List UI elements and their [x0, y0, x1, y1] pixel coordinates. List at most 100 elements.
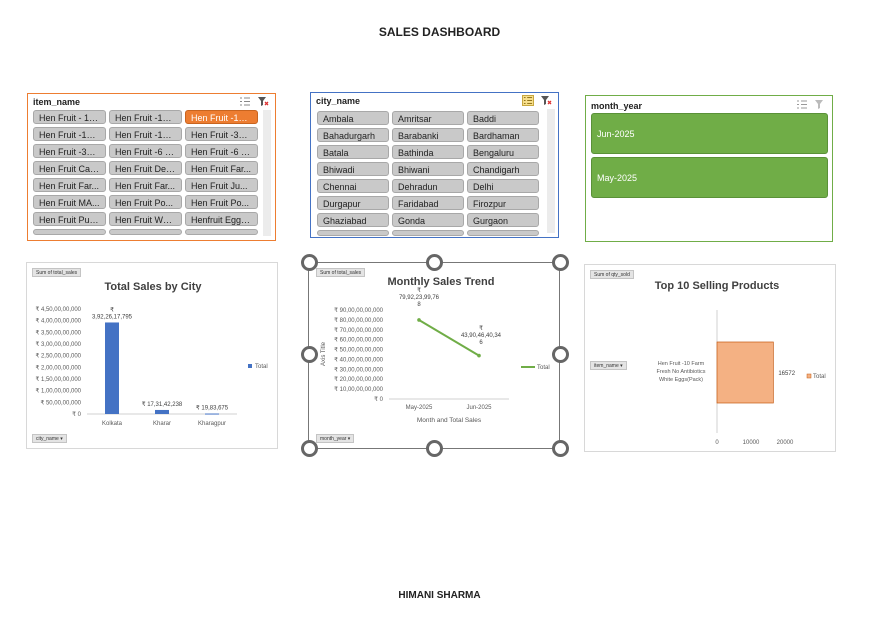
dropdown-filter-icon: ▾: [60, 436, 63, 442]
city-slicer-item[interactable]: Barabanki: [392, 128, 464, 142]
item-slicer-item-partial[interactable]: [185, 229, 258, 235]
item-slicer-item[interactable]: Hen Fruit - 10 ...: [33, 110, 106, 124]
resize-handle-bottom-left[interactable]: [301, 440, 318, 457]
city-slicer-item[interactable]: Batala: [317, 145, 389, 159]
city-slicer-item[interactable]: Firozpur: [467, 196, 539, 210]
city-slicer-item[interactable]: Bhiwadi: [317, 162, 389, 176]
data-label: ₹ 19,83,675: [196, 405, 229, 412]
city-slicer-item[interactable]: Baddi: [467, 111, 539, 125]
resize-handle-top-right[interactable]: [552, 254, 569, 271]
month-year-field-button[interactable]: month_year ▾: [316, 434, 355, 443]
clear-filter-icon[interactable]: [814, 99, 826, 110]
resize-handle-left[interactable]: [301, 346, 318, 363]
item-slicer-item[interactable]: Hen Fruit -10 ...: [109, 127, 182, 141]
item-slicer-item-partial[interactable]: [109, 229, 182, 235]
monthly-sales-trend-chart[interactable]: Sum of total_sales Monthly Sales Trend ₹ …: [308, 262, 560, 449]
item-slicer-header: item_name: [33, 97, 81, 107]
item-slicer-item[interactable]: Hen Fruit Far...: [185, 161, 258, 175]
city-slicer-item[interactable]: Bengaluru: [467, 145, 539, 159]
total-sales-by-city-chart[interactable]: Sum of total_sales Total Sales by City ₹ …: [26, 262, 278, 449]
multi-select-icon[interactable]: [239, 96, 251, 107]
item-slicer-item[interactable]: Hen Fruit -6 F...: [109, 144, 182, 158]
city-slicer-item[interactable]: Ghaziabad: [317, 213, 389, 227]
y-tick-label: ₹ 70,00,00,00,000: [334, 327, 384, 334]
item-slicer-item[interactable]: Hen Fruit Pull...: [33, 212, 106, 226]
item-slicer-item[interactable]: Hen Fruit -10 ...: [185, 110, 258, 124]
city-slicer-item[interactable]: Bardhaman: [467, 128, 539, 142]
monthly-trend-plot: Monthly Sales Trend ₹ 90,00,00,00,000 ₹ 80…: [321, 276, 550, 424]
city-name-field-button[interactable]: city_name ▾: [32, 434, 67, 443]
clear-filter-icon[interactable]: [257, 96, 269, 107]
top-10-selling-products-chart[interactable]: Sum of qty_sold Top 10 Selling Products 0…: [584, 264, 836, 452]
x-tick-label: Kharar: [153, 421, 171, 427]
city-slicer-scrollbar[interactable]: [547, 109, 555, 233]
city-slicer-item[interactable]: Amritsar: [392, 111, 464, 125]
item-slicer-item[interactable]: Hen Fruit Far...: [33, 178, 106, 192]
city-slicer-item[interactable]: Bathinda: [392, 145, 464, 159]
item-slicer-item[interactable]: Hen Fruit MA...: [33, 195, 106, 209]
x-tick-label: 0: [715, 440, 719, 446]
resize-handle-bottom-right[interactable]: [552, 440, 569, 457]
y-tick-label: ₹ 50,00,00,000: [40, 399, 81, 406]
city-name-field-label: city_name: [36, 436, 59, 442]
item-name-field-button[interactable]: item_name ▾: [590, 361, 627, 370]
top-products-plot: Top 10 Selling Products 0 10000 20000 16572 H…: [655, 280, 826, 446]
y-category-label: Hen Fruit -10 Farm Fresh No Antibiotics Wh…: [657, 361, 706, 383]
resize-handle-bottom[interactable]: [426, 440, 443, 457]
item-slicer-item-partial[interactable]: [33, 229, 106, 235]
city-slicer-item[interactable]: Gurgaon: [467, 213, 539, 227]
item-name-slicer[interactable]: item_name Hen Fruit - 10 ... Hen Fruit -1…: [27, 93, 276, 241]
item-slicer-item[interactable]: Hen Fruit Des...: [109, 161, 182, 175]
item-slicer-item[interactable]: Hen Fruit -10 ...: [33, 127, 106, 141]
city-slicer-item[interactable]: Dehradun: [392, 179, 464, 193]
item-slicer-item[interactable]: Hen Fruit Far...: [109, 178, 182, 192]
y-tick-label: ₹ 2,00,00,00,000: [35, 364, 81, 371]
city-name-slicer[interactable]: city_name Ambala Amritsar Baddi Bahadurgarh…: [310, 92, 559, 238]
item-slicer-item[interactable]: Henfruit Eggs...: [185, 212, 258, 226]
multi-select-icon[interactable]: [522, 95, 534, 106]
month-item-jun-2025[interactable]: Jun-2025: [591, 113, 828, 154]
city-slicer-item[interactable]: Durgapur: [317, 196, 389, 210]
chart-title: Total Sales by City: [105, 281, 203, 293]
item-slicer-item[interactable]: Hen Fruit -30 ...: [185, 127, 258, 141]
legend-label: Total: [813, 374, 826, 380]
city-slicer-item[interactable]: Chandigarh: [467, 162, 539, 176]
month-slicer-header: month_year: [591, 101, 643, 111]
item-slicer-item[interactable]: Hen Fruit -10 ...: [109, 110, 182, 124]
resize-handle-top[interactable]: [426, 254, 443, 271]
data-label: ₹ 17,31,42,238: [142, 401, 183, 408]
x-tick-label: Kharagpur: [198, 421, 226, 427]
clear-filter-icon[interactable]: [540, 95, 552, 106]
city-slicer-item[interactable]: Faridabad: [392, 196, 464, 210]
item-slicer-item[interactable]: Hen Fruit Po...: [109, 195, 182, 209]
multi-select-icon[interactable]: [796, 99, 808, 110]
data-label: ₹3,92,26,17,795: [92, 306, 133, 320]
y-tick-label: ₹ 1,00,00,00,000: [35, 388, 81, 395]
city-slicer-item[interactable]: Delhi: [467, 179, 539, 193]
item-slicer-item[interactable]: Hen Fruit -6 H...: [185, 144, 258, 158]
data-point: [417, 318, 421, 322]
item-slicer-item[interactable]: Hen Fruit -30 ...: [33, 144, 106, 158]
y-tick-label: ₹ 3,00,00,00,000: [35, 341, 81, 348]
month-year-slicer[interactable]: month_year Jun-2025 May-2025: [585, 95, 833, 242]
city-slicer-item[interactable]: Chennai: [317, 179, 389, 193]
y-tick-label: ₹ 30,00,00,00,000: [334, 366, 384, 373]
city-slicer-item[interactable]: Bhiwani: [392, 162, 464, 176]
legend-label: Total: [255, 364, 268, 370]
item-slicer-item[interactable]: Hen Fruit Cag...: [33, 161, 106, 175]
bar: [716, 341, 774, 404]
city-slicer-item-partial[interactable]: [392, 230, 464, 236]
item-slicer-item[interactable]: Hen Fruit Po...: [185, 195, 258, 209]
item-slicer-item[interactable]: Hen Fruit Ju...: [185, 178, 258, 192]
item-slicer-item[interactable]: Hen Fruit Whi...: [109, 212, 182, 226]
month-item-may-2025[interactable]: May-2025: [591, 157, 828, 198]
city-slicer-item-partial[interactable]: [467, 230, 539, 236]
city-slicer-item[interactable]: Bahadurgarh: [317, 128, 389, 142]
resize-handle-right[interactable]: [552, 346, 569, 363]
city-slicer-item[interactable]: Gonda: [392, 213, 464, 227]
city-slicer-item[interactable]: Ambala: [317, 111, 389, 125]
city-slicer-item-partial[interactable]: [317, 230, 389, 236]
resize-handle-top-left[interactable]: [301, 254, 318, 271]
y-tick-label: ₹ 80,00,00,00,000: [334, 317, 384, 324]
item-slicer-scrollbar[interactable]: [263, 110, 271, 236]
